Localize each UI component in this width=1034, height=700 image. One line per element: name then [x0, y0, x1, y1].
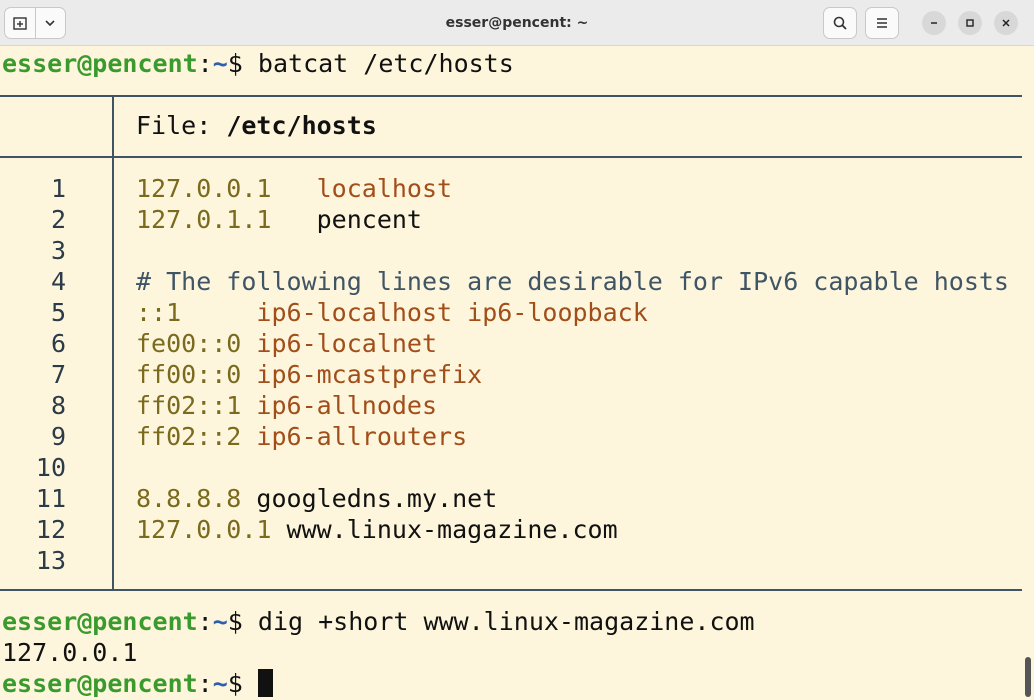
hostname: ip6-localnet: [256, 329, 438, 358]
hostname: ip6-mcastprefix: [256, 360, 483, 389]
ip-address: 127.0.0.1: [136, 174, 272, 203]
line-number: 2: [50, 205, 66, 234]
code-line: # The following lines are desirable for …: [136, 266, 1009, 297]
ip-address: ff02::1: [136, 391, 242, 420]
code-line: ff02::1 ip6-allnodes: [136, 390, 437, 421]
prompt-symbol: $: [227, 669, 243, 698]
search-button[interactable]: [823, 7, 857, 39]
line-number: 4: [50, 267, 66, 296]
prompt-path: ~: [212, 669, 228, 698]
ip-address: ::1: [136, 298, 182, 327]
line-number: 1: [50, 174, 66, 203]
command-text: dig +short www.linux-magazine.com: [242, 607, 755, 636]
comment-text: # The following lines are desirable for …: [136, 267, 1009, 296]
hostname: ip6-allrouters: [256, 422, 468, 451]
search-icon: [833, 16, 847, 30]
bat-header-rule: [0, 156, 1022, 158]
line-number: 10: [35, 453, 66, 482]
hostname: ip6-localhost ip6-loopback: [256, 298, 648, 327]
ip-address: fe00::0: [136, 329, 242, 358]
hostname: pencent: [316, 205, 422, 234]
command-text: [243, 669, 258, 698]
line-number: 6: [50, 329, 66, 358]
spacing: [181, 298, 256, 327]
spacing: [241, 329, 256, 358]
ip-address: 127.0.1.1: [136, 205, 272, 234]
prompt-path: ~: [212, 49, 228, 78]
maximize-icon: [966, 19, 974, 27]
code-line: fe00::0 ip6-localnet: [136, 328, 437, 359]
hostname: www.linux-magazine.com: [286, 515, 618, 544]
hostname: ip6-allnodes: [256, 391, 438, 420]
line-number: 13: [35, 546, 66, 575]
prompt-path: ~: [212, 607, 228, 636]
prompt-user: esser@pencent: [2, 49, 198, 78]
prompt-user: esser@pencent: [2, 669, 198, 698]
command-line-dig: esser@pencent:~$ dig +short www.linux-ma…: [2, 607, 755, 636]
file-label: File:: [136, 111, 227, 140]
ip-address: 8.8.8.8: [136, 484, 242, 513]
close-button[interactable]: [994, 11, 1018, 35]
ip-address: ff00::0: [136, 360, 242, 389]
bat-gutter-divider: [112, 157, 114, 589]
minimize-icon: [931, 22, 937, 24]
code-line: ff02::2 ip6-allrouters: [136, 421, 467, 452]
dig-output: 127.0.0.1: [2, 638, 138, 667]
bat-bottom-rule: [0, 589, 1022, 591]
line-number: 3: [50, 236, 66, 265]
code-line: 8.8.8.8 googledns.my.net: [136, 483, 497, 514]
hostname: googledns.my.net: [256, 484, 498, 513]
prompt-symbol: $: [227, 49, 243, 78]
maximize-button[interactable]: [958, 11, 982, 35]
line-number: 5: [50, 298, 66, 327]
command-text: batcat /etc/hosts: [242, 49, 514, 78]
file-name: /etc/hosts: [226, 111, 377, 140]
code-line: ff00::0 ip6-mcastprefix: [136, 359, 482, 390]
ip-address: ff02::2: [136, 422, 242, 451]
code-line: 127.0.0.1 localhost: [136, 173, 452, 204]
line-number: 11: [35, 484, 66, 513]
line-number: 7: [50, 360, 66, 389]
command-line-batcat: esser@pencent:~$ batcat /etc/hosts: [2, 49, 514, 78]
close-icon: [1002, 19, 1010, 27]
text-cursor: [257, 669, 273, 697]
minimize-button[interactable]: [922, 11, 946, 35]
spacing: [271, 174, 316, 203]
scrollbar[interactable]: [1025, 657, 1031, 697]
title-bar: esser@pencent: ~: [0, 0, 1034, 46]
line-number: 8: [50, 391, 66, 420]
spacing: [241, 360, 256, 389]
hostname: localhost: [316, 174, 453, 203]
bat-top-rule: [0, 95, 1022, 97]
line-number: 9: [50, 422, 66, 451]
bat-header-divider: [112, 96, 114, 157]
bat-file-header: File: /etc/hosts: [136, 110, 377, 141]
spacing: [241, 422, 256, 451]
code-line: ::1 ip6-localhost ip6-loopback: [136, 297, 648, 328]
code-line: 127.0.0.1 www.linux-magazine.com: [136, 514, 618, 545]
prompt-user: esser@pencent: [2, 607, 198, 636]
code-line: 127.0.1.1 pencent: [136, 204, 422, 235]
spacing: [271, 205, 316, 234]
spacing: [241, 484, 256, 513]
prompt-symbol: $: [227, 607, 243, 636]
main-menu-button[interactable]: [865, 7, 899, 39]
line-number: 12: [35, 515, 66, 544]
hamburger-menu-icon: [877, 18, 887, 28]
spacing: [271, 515, 286, 544]
ip-address: 127.0.0.1: [136, 515, 272, 544]
command-line-current[interactable]: esser@pencent:~$: [2, 668, 273, 699]
spacing: [241, 391, 256, 420]
